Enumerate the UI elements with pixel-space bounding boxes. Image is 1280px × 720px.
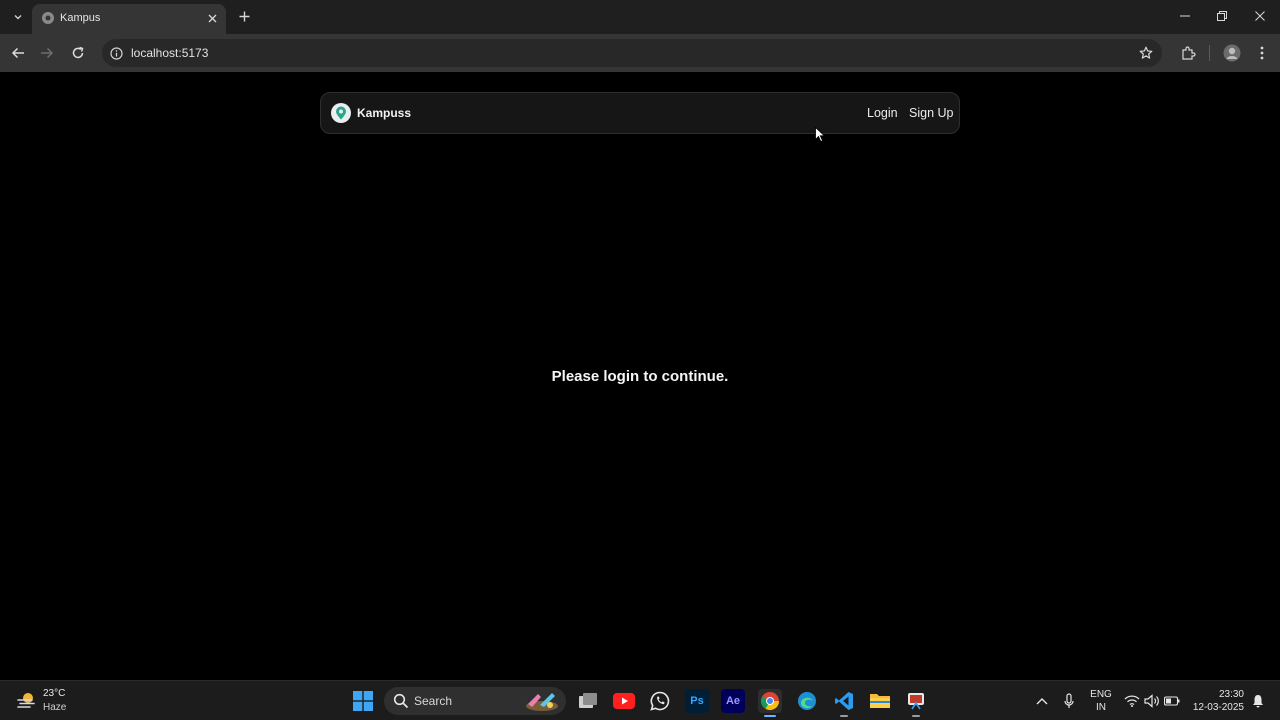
clock-time: 23:30: [1218, 689, 1244, 700]
search-label: Search: [414, 694, 453, 708]
minimize-icon[interactable]: [1173, 6, 1197, 26]
search-icon: [393, 693, 409, 709]
close-tab-icon[interactable]: [204, 10, 220, 26]
restore-icon[interactable]: [1210, 6, 1234, 26]
browser-tab[interactable]: Kampus: [32, 4, 226, 34]
wifi-icon[interactable]: [1123, 692, 1141, 710]
snipping-tool-icon[interactable]: [904, 689, 928, 717]
system-clock[interactable]: 23:30 12-03-2025: [1188, 688, 1244, 714]
globe-icon: [42, 12, 54, 24]
after-effects-label: Ae: [725, 695, 741, 707]
reload-icon[interactable]: [67, 42, 89, 64]
profile-avatar[interactable]: [1221, 42, 1243, 64]
bookmark-star-icon[interactable]: [1138, 45, 1154, 61]
edge-icon[interactable]: [795, 689, 819, 713]
map-pin-logo-icon[interactable]: [331, 103, 351, 123]
site-navbar: Kampuss Login Sign Up: [320, 92, 960, 134]
chevron-up-icon[interactable]: [1033, 692, 1051, 710]
whatsapp-icon[interactable]: [648, 689, 672, 713]
photoshop-label: Ps: [690, 695, 704, 707]
login-required-message: Please login to continue.: [551, 368, 729, 385]
chrome-icon[interactable]: [758, 689, 782, 717]
more-menu-icon[interactable]: [1251, 42, 1273, 64]
after-effects-icon[interactable]: Ae: [721, 689, 745, 713]
language-code: ENG: [1090, 689, 1112, 700]
toolbar-divider: [1209, 45, 1210, 61]
weather-haze-icon[interactable]: [16, 690, 38, 710]
tab-strip: Kampus: [0, 0, 1280, 34]
weather-temperature[interactable]: 23°C: [43, 688, 65, 699]
tab-title: Kampus: [60, 12, 101, 24]
new-tab-plus-icon[interactable]: [235, 7, 253, 25]
site-info-icon[interactable]: [108, 45, 124, 61]
vscode-icon[interactable]: [832, 689, 856, 717]
windows-taskbar: 23°C Haze Search Ps Ae ENG IN 23:30 12-0…: [0, 680, 1280, 720]
login-link[interactable]: Login: [867, 106, 898, 120]
weather-condition[interactable]: Haze: [43, 702, 66, 713]
taskbar-search-box[interactable]: Search: [384, 687, 566, 715]
volume-icon[interactable]: [1143, 692, 1161, 710]
tab-search-chevron-icon[interactable]: [8, 7, 28, 27]
input-language[interactable]: ENG IN: [1090, 688, 1112, 714]
browser-toolbar: localhost:5173: [0, 34, 1280, 72]
running-app-indicator: [840, 715, 848, 717]
page-viewport: Kampuss Login Sign Up Please login to co…: [0, 72, 1280, 680]
start-icon[interactable]: [351, 689, 375, 713]
notification-bell-icon[interactable]: [1249, 692, 1267, 710]
brand-name[interactable]: Kampuss: [357, 106, 411, 120]
address-text: localhost:5173: [131, 46, 209, 60]
file-explorer-icon[interactable]: [868, 689, 892, 713]
active-app-indicator: [764, 715, 776, 717]
running-app-indicator: [912, 715, 920, 717]
clock-date: 12-03-2025: [1192, 702, 1244, 713]
search-highlight-illustration-icon: [526, 693, 558, 711]
extensions-puzzle-icon[interactable]: [1177, 42, 1199, 64]
back-arrow-icon[interactable]: [7, 42, 29, 64]
task-view-icon[interactable]: [576, 689, 600, 713]
signup-link[interactable]: Sign Up: [909, 106, 953, 120]
close-window-icon[interactable]: [1248, 6, 1272, 26]
region-code: IN: [1096, 702, 1106, 713]
forward-arrow-icon[interactable]: [36, 42, 58, 64]
address-bar[interactable]: localhost:5173: [102, 39, 1162, 67]
microphone-icon[interactable]: [1060, 692, 1078, 710]
photoshop-icon[interactable]: Ps: [685, 689, 709, 713]
youtube-icon[interactable]: [612, 689, 636, 713]
battery-icon[interactable]: [1163, 692, 1181, 710]
mouse-cursor-icon: [815, 127, 825, 143]
